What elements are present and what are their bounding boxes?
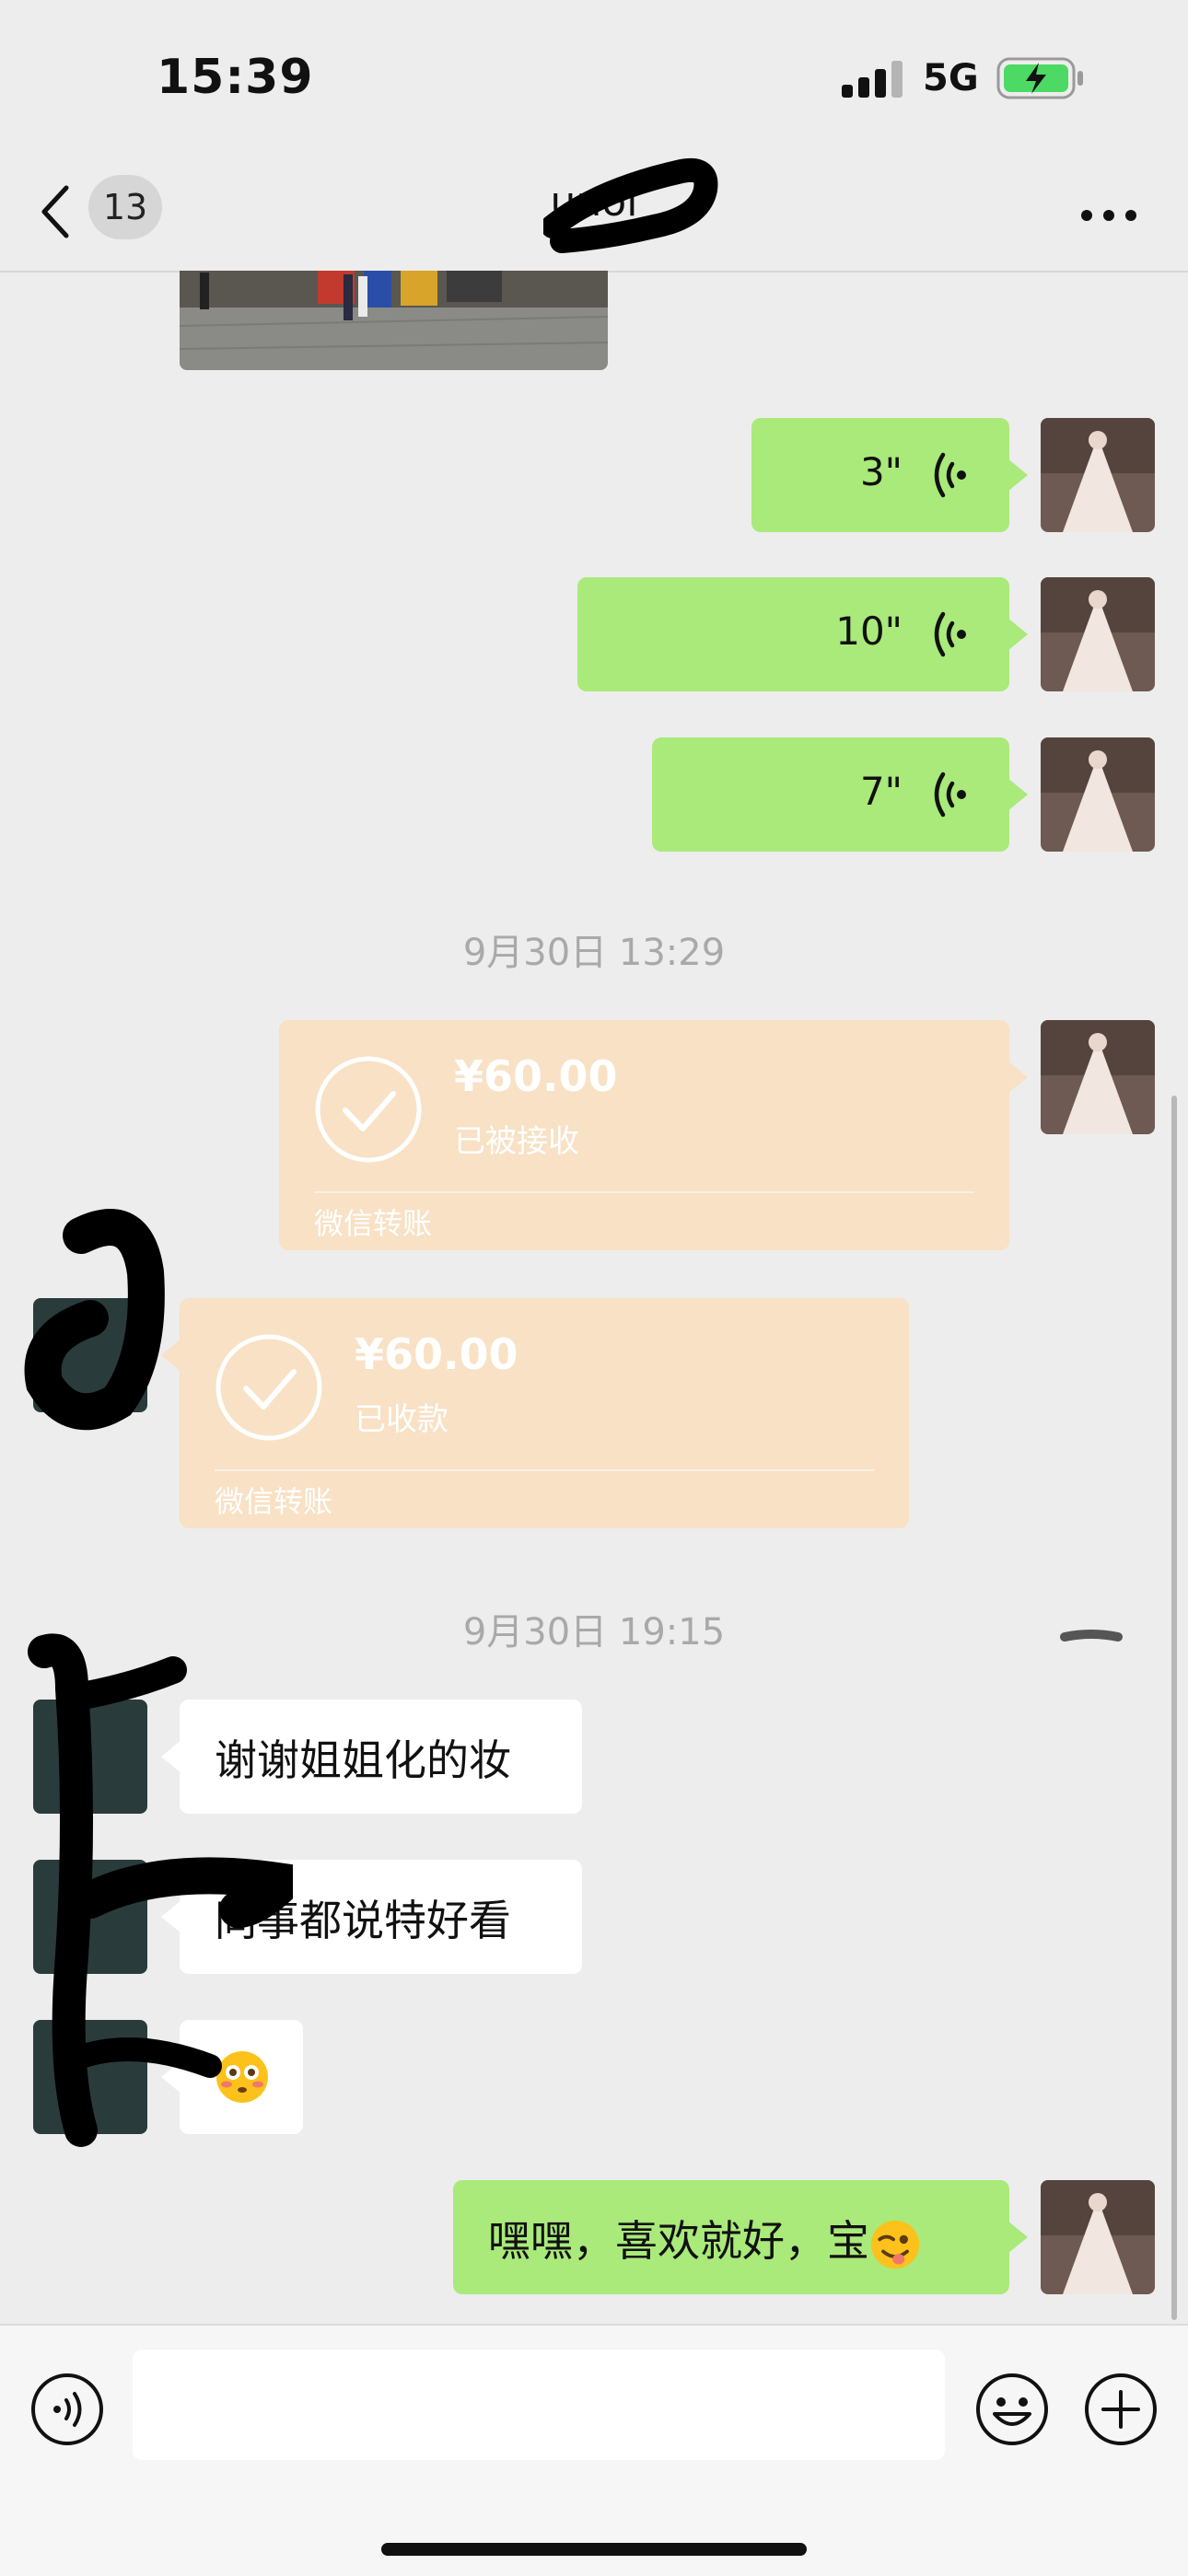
battery-charging-icon <box>996 57 1083 99</box>
check-circle-icon <box>215 1334 322 1441</box>
plus-icon[interactable] <box>1083 2372 1159 2447</box>
redaction-scribble <box>28 1633 293 2147</box>
input-bar <box>0 2324 1188 2576</box>
more-icon[interactable] <box>1079 206 1138 225</box>
message-timestamp: 9月30日 13:29 <box>462 932 726 974</box>
voice-wave-icon <box>934 452 966 498</box>
transfer-card-received[interactable]: ¥60.00 已收款 微信转账 <box>161 1298 909 1528</box>
voice-duration: 7" <box>859 769 903 814</box>
transfer-label: 微信转账 <box>314 1206 433 1241</box>
text-message[interactable]: 嘿嘿，喜欢就好，宝 <box>453 2180 1028 2294</box>
redaction-scribble <box>24 1209 165 1431</box>
transfer-status: 已被接收 <box>454 1123 579 1160</box>
voice-wave-icon <box>934 772 966 818</box>
voice-duration: 10" <box>835 609 903 654</box>
message-text: 嘿嘿，喜欢就好，宝 <box>488 2208 921 2270</box>
status-time: 15:39 <box>157 50 314 105</box>
chat-header: 13 unol <box>0 157 1188 273</box>
divider <box>215 1469 874 1471</box>
my-avatar[interactable] <box>1041 418 1155 532</box>
chat-message-list[interactable]: 3" 10" 7" 9月30日 13:29 ¥60.00 已被接收 微信转账 ¥… <box>0 271 1188 2324</box>
my-avatar[interactable] <box>1041 737 1155 852</box>
voice-wave-icon <box>934 611 966 657</box>
divider <box>314 1191 974 1193</box>
transfer-card-sent[interactable]: ¥60.00 已被接收 微信转账 <box>279 1020 1028 1250</box>
voice-input-icon[interactable] <box>29 2372 105 2447</box>
redaction-scribble <box>543 158 718 253</box>
emoji-icon[interactable] <box>974 2372 1050 2447</box>
home-indicator[interactable] <box>381 2543 807 2556</box>
network-type: 5G <box>923 57 979 99</box>
voice-message[interactable]: 7" <box>652 737 1028 852</box>
status-bar: 15:39 5G <box>0 0 1188 157</box>
voice-message[interactable]: 10" <box>577 577 1028 691</box>
unread-count-badge[interactable]: 13 <box>88 175 162 239</box>
transfer-label: 微信转账 <box>215 1484 333 1519</box>
image-message[interactable] <box>180 271 608 370</box>
transfer-amount: ¥60.00 <box>454 1051 618 1101</box>
back-chevron-icon[interactable] <box>37 182 74 241</box>
message-input[interactable] <box>133 2350 945 2460</box>
voice-message[interactable]: 3" <box>751 418 1028 532</box>
my-avatar[interactable] <box>1041 2180 1155 2294</box>
signal-icon <box>842 61 903 98</box>
check-circle-icon <box>315 1056 422 1163</box>
my-avatar[interactable] <box>1041 577 1155 691</box>
transfer-amount: ¥60.00 <box>355 1329 518 1379</box>
scrollbar[interactable] <box>1171 1096 1177 2320</box>
redaction-scribble <box>1060 1630 1123 1642</box>
voice-duration: 3" <box>859 449 903 494</box>
my-avatar[interactable] <box>1041 1020 1155 1134</box>
winking-face-with-tongue-emoji-icon <box>870 2220 920 2269</box>
transfer-status: 已收款 <box>355 1401 448 1438</box>
